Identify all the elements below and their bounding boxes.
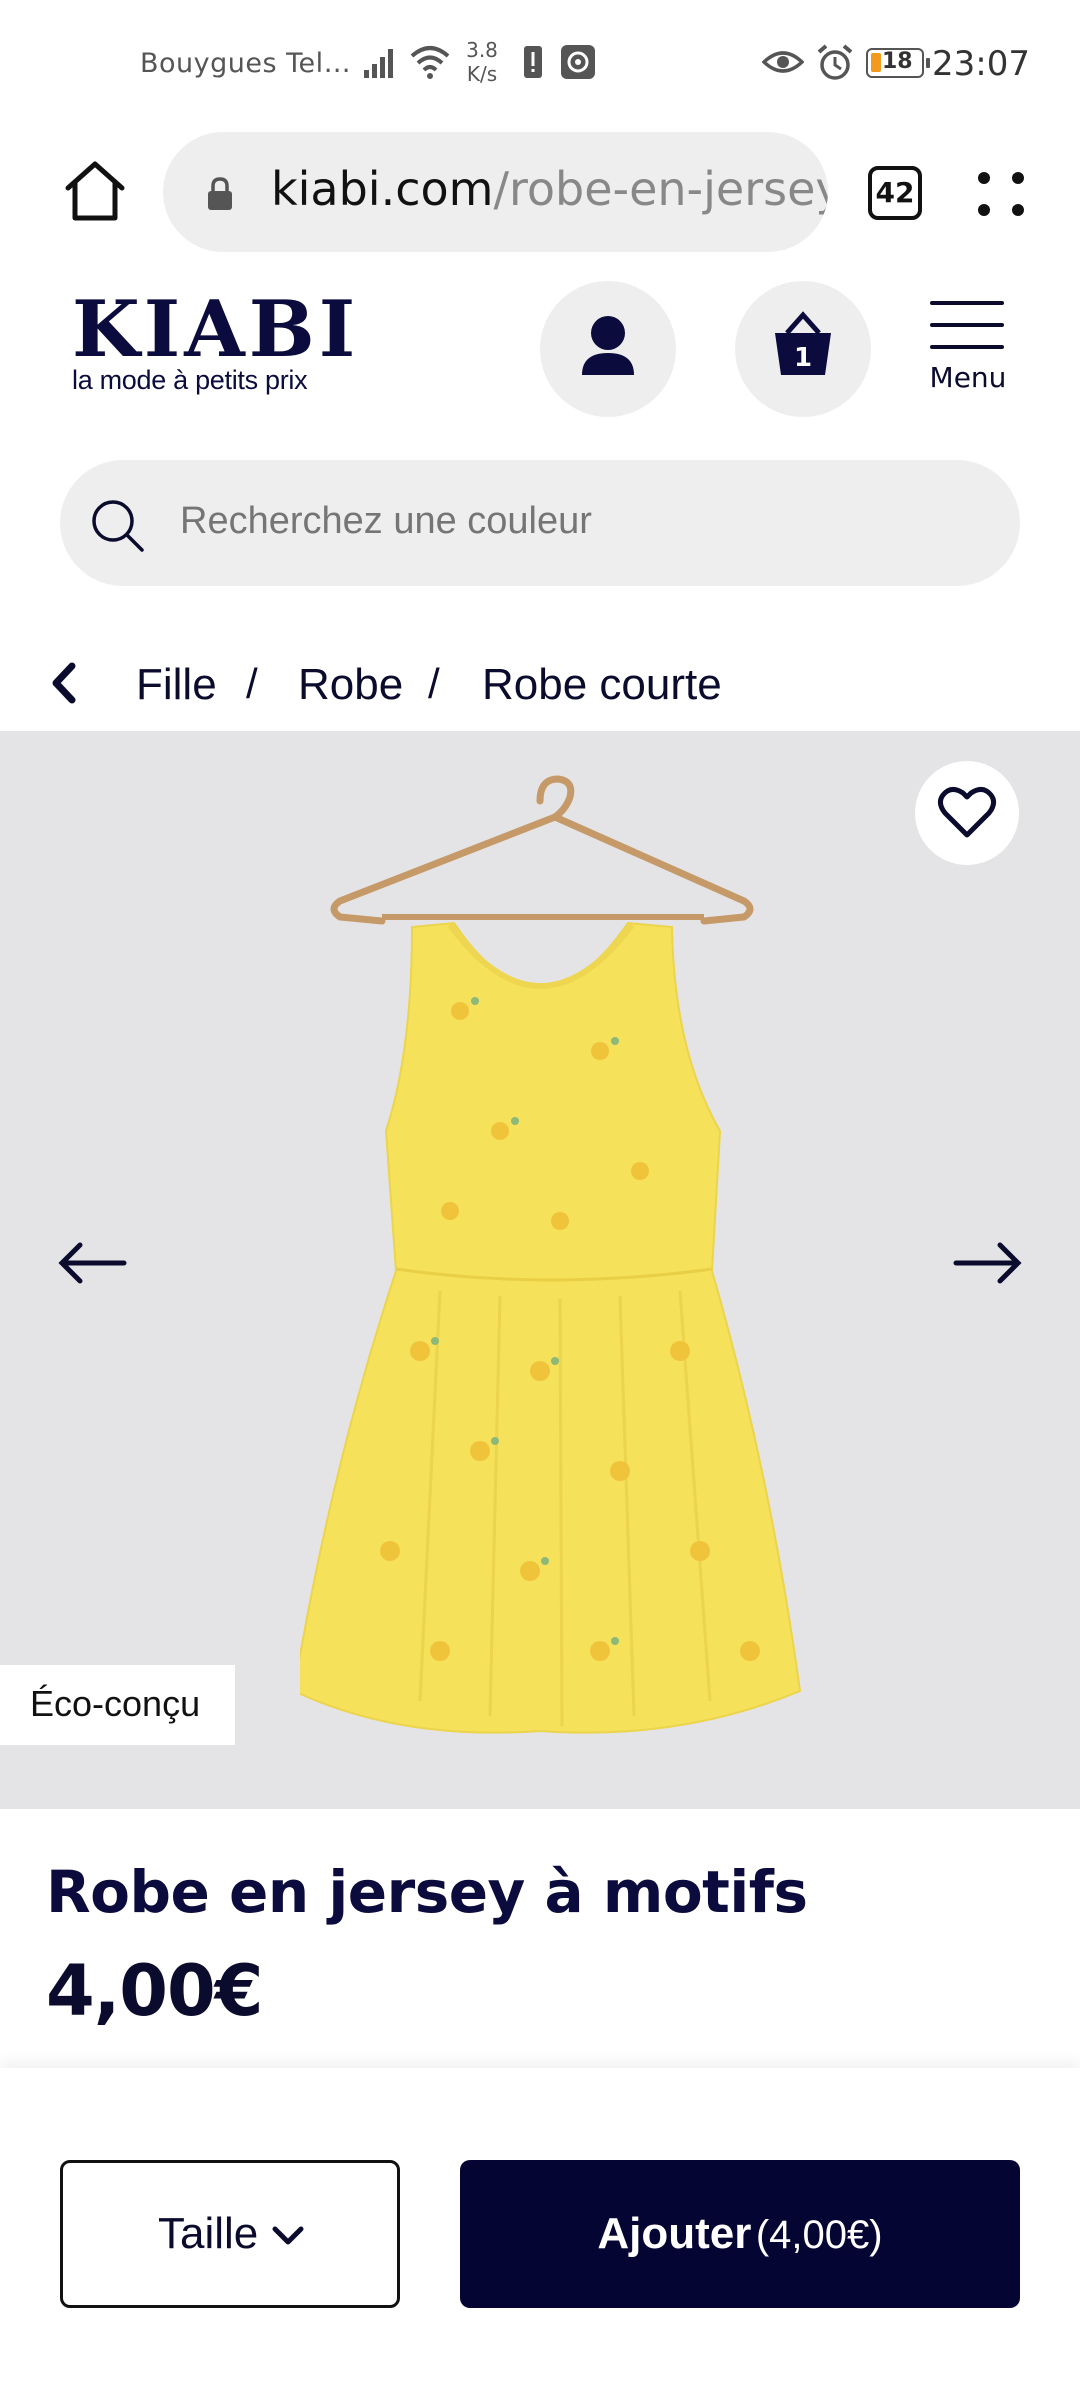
home-icon (65, 161, 125, 221)
logo-wordmark: KIABI (72, 284, 360, 375)
next-image-button[interactable] (952, 1241, 1024, 1285)
arrow-left-icon (58, 1242, 127, 1284)
product-image-dress (300, 775, 802, 1734)
previous-image-button[interactable] (56, 1241, 128, 1285)
product-title: Robe en jersey à motifs (46, 1858, 808, 1926)
eco-badge: Éco-conçu (0, 1665, 235, 1745)
net-speed-unit: K/s (466, 62, 498, 86)
url-text: kiabi.com/robe-en-jersey (271, 162, 828, 216)
site-header: KIABI la mode à petits prix 1 Menu (0, 255, 1080, 445)
url-path: /robe-en-jersey (493, 162, 828, 216)
search-input[interactable] (180, 500, 980, 543)
battery-level: 18 (882, 49, 913, 74)
wifi-icon (408, 44, 452, 84)
breadcrumb: Fille / Robe / Robe courte (0, 640, 1080, 730)
lock-icon (205, 176, 235, 216)
menu-label: Menu (929, 361, 1007, 394)
search-icon (88, 496, 148, 560)
cart-count-badge: 1 (793, 343, 813, 373)
search-bar[interactable] (60, 460, 1020, 586)
net-speed: 3.8 K/s (462, 38, 502, 86)
browser-toolbar: kiabi.com/robe-en-jersey 42 (0, 130, 1080, 255)
clock: 23:07 (932, 44, 1030, 84)
back-button[interactable] (44, 660, 84, 706)
size-select-button[interactable]: Taille (60, 2160, 400, 2308)
size-label: Taille (158, 2209, 259, 2258)
hamburger-icon (930, 301, 1004, 305)
breadcrumb-item-fille[interactable]: Fille (136, 660, 217, 710)
menu-button[interactable]: Menu (928, 301, 1008, 411)
bottom-action-bar: Taille Ajouter (4,00€) (0, 2068, 1080, 2400)
kiabi-logo[interactable]: KIABI la mode à petits prix (72, 284, 360, 396)
account-button[interactable] (540, 281, 676, 417)
cart-button[interactable]: 1 (735, 281, 871, 417)
eye-icon (761, 44, 805, 84)
user-icon (582, 316, 634, 375)
breadcrumb-separator: / (428, 660, 440, 707)
status-bar: Bouygues Tel… 3.8 K/s 18 23:07 (0, 0, 1080, 130)
address-bar[interactable]: kiabi.com/robe-en-jersey (163, 132, 828, 252)
app-notification-icon (560, 44, 596, 84)
heart-icon (937, 787, 997, 838)
arrow-right-icon (953, 1242, 1022, 1284)
chevron-left-icon (52, 662, 76, 704)
add-price: (4,00€) (755, 2213, 883, 2257)
product-image-carousel[interactable]: Éco-conçu (0, 731, 1080, 1809)
more-options-button[interactable] (978, 166, 1028, 220)
alarm-icon (816, 44, 854, 86)
home-button[interactable] (62, 158, 128, 224)
carrier-name: Bouygues Tel… (140, 48, 352, 79)
signal-icon (362, 44, 400, 84)
chevron-down-icon (272, 2226, 304, 2245)
add-to-cart-button[interactable]: Ajouter (4,00€) (460, 2160, 1020, 2308)
add-label: Ajouter (597, 2209, 752, 2258)
product-price: 4,00€ (46, 1950, 263, 2032)
url-host: kiabi.com (271, 162, 494, 216)
tabs-count-button[interactable]: 42 (868, 166, 922, 220)
breadcrumb-item-robe[interactable]: Robe (298, 660, 403, 710)
net-speed-value: 3.8 (466, 38, 498, 62)
alert-icon (522, 44, 544, 84)
favorite-button[interactable] (915, 761, 1019, 865)
breadcrumb-item-robe-courte[interactable]: Robe courte (482, 660, 722, 710)
breadcrumb-separator: / (246, 660, 258, 707)
battery-icon: 18 (866, 48, 930, 78)
